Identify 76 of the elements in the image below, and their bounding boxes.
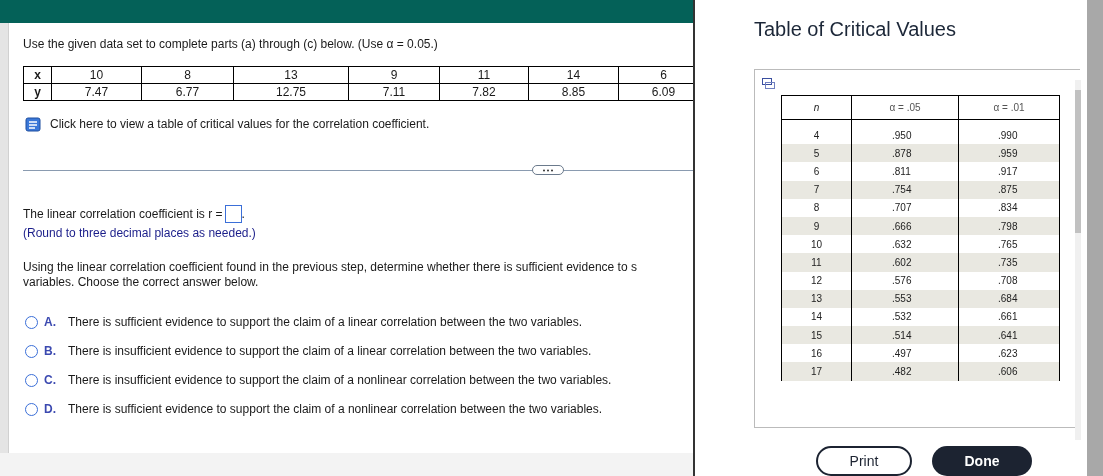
table-cell: 12.75 <box>234 84 349 101</box>
option-text: There is sufficient evidence to support the claim of a nonlinear correlation between the two variables. <box>68 401 603 418</box>
done-button[interactable]: Done <box>932 446 1032 476</box>
book-icon <box>25 116 41 132</box>
table-cell: 6 <box>782 162 852 181</box>
table-cell: 17 <box>782 362 852 381</box>
column-header: α = .05 <box>852 96 959 119</box>
table-cell: .878 <box>852 144 959 163</box>
table-cell: 13 <box>782 289 852 308</box>
table-cell: 15 <box>782 326 852 345</box>
column-header: α = .01 <box>992 101 1026 115</box>
table-cell-text: .623 <box>997 346 1019 361</box>
dialog-title: Table of Critical Values <box>754 17 957 42</box>
table-cell: .514 <box>852 326 959 345</box>
option-letter: B. <box>44 343 57 360</box>
table-cell: .482 <box>852 362 959 381</box>
table-cell: 5 <box>782 144 852 163</box>
answer-period: . <box>241 206 245 223</box>
table-cell: 7 <box>782 180 852 199</box>
table-cell: 7.11 <box>349 84 440 101</box>
table-cell: .666 <box>852 216 959 236</box>
table-cell: 11 <box>782 253 852 272</box>
table-cell: .602 <box>852 253 959 272</box>
table-cell-text: .798 <box>997 219 1019 234</box>
table-cell: 7.82 <box>440 84 529 101</box>
option-text: There is insufficient evidence to support the claim of a linear correlation between the two variables. <box>68 343 592 360</box>
table-cell-text: .641 <box>997 328 1019 343</box>
table-cell: 10 <box>52 67 142 84</box>
table-cell-text: .684 <box>997 292 1019 307</box>
option-text: There is sufficient evidence to support the claim of a linear correlation between the two variables. <box>68 314 583 331</box>
column-header: n <box>782 96 852 119</box>
table-cell-text: .875 <box>997 183 1019 198</box>
rounding-hint: (Round to three decimal places as needed.) <box>23 225 257 242</box>
option-letter: C. <box>44 372 57 389</box>
page-scrollbar[interactable] <box>1087 0 1103 476</box>
table-cell: .754 <box>852 180 959 199</box>
table-cell: .707 <box>852 198 959 217</box>
table-cell: .553 <box>852 289 959 308</box>
table-cell-text: .765 <box>997 237 1019 252</box>
question-text: Using the linear correlation coefficient found in the previous step, determine whether there is sufficient evidence to s <box>23 260 638 275</box>
table-cell-text: .959 <box>997 146 1019 161</box>
table-cell-text: .708 <box>997 274 1019 289</box>
more-icon <box>542 168 554 172</box>
table-header-cell: x <box>24 67 52 84</box>
option-text: There is insufficient evidence to support the claim of a nonlinear correlation between the two variables. <box>68 372 612 389</box>
table-cell: .811 <box>852 162 959 181</box>
table-cell-text: .661 <box>997 310 1019 325</box>
instruction-text: Use the given data set to complete parts (a) through (c) below. (Use α = 0.05.) <box>23 36 439 53</box>
table-cell: 13 <box>234 67 349 84</box>
answer-field[interactable] <box>224 205 242 223</box>
table-cell: 14 <box>529 67 619 84</box>
table-cell: 8.85 <box>529 84 619 101</box>
table-header-cell: y <box>24 84 52 101</box>
inner-scrollbar[interactable] <box>1075 80 1081 440</box>
answer-prompt: The linear correlation coefficient is r = <box>23 206 223 223</box>
option-letter: A. <box>44 314 57 331</box>
popout-icon[interactable] <box>762 78 775 89</box>
table-cell: 11 <box>440 67 529 84</box>
table-cell: 8 <box>142 67 234 84</box>
table-cell: 7.47 <box>52 84 142 101</box>
table-cell-text: .735 <box>997 255 1019 270</box>
table-cell-text: .834 <box>997 201 1019 216</box>
table-cell-text: .990 <box>997 128 1019 143</box>
table-cell: 9 <box>782 216 852 236</box>
option-letter: D. <box>44 401 57 418</box>
table-cell: 8 <box>782 198 852 217</box>
table-cell-text: .606 <box>997 365 1019 380</box>
expand-button[interactable] <box>532 165 564 175</box>
table-cell-text: .917 <box>997 164 1019 179</box>
table-cell: 9 <box>349 67 440 84</box>
table-cell: .576 <box>852 271 959 290</box>
question-text: variables. Choose the correct answer below. <box>23 275 260 290</box>
critical-values-link[interactable]: Click here to view a table of critical values for the correlation coefficient. <box>50 115 430 133</box>
table-cell: 12 <box>782 271 852 290</box>
table-cell: 6.77 <box>142 84 234 101</box>
print-button[interactable]: Print <box>816 446 912 476</box>
